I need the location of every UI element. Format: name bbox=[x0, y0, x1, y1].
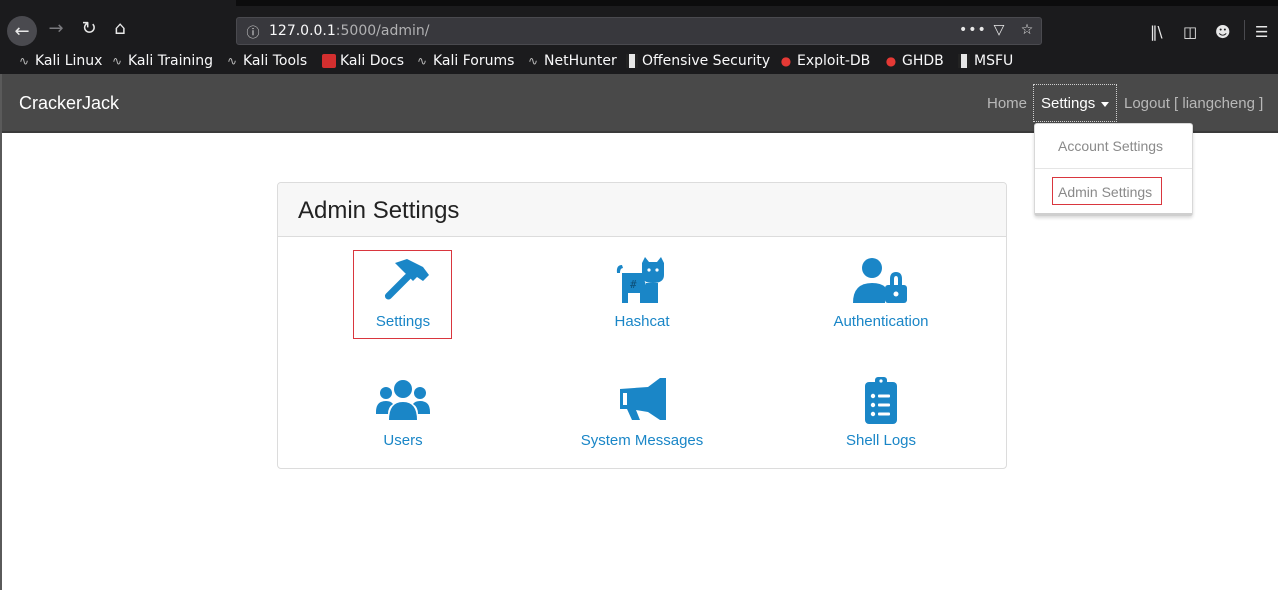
bookmark-label: Kali Tools bbox=[243, 53, 308, 69]
url-path: :5000/admin/ bbox=[335, 23, 430, 39]
bookmark-label: MSFU bbox=[974, 53, 1014, 69]
bookmarks-bar: ∿ Kali Linux ∿ Kali Training ∿ Kali Tools K… bbox=[0, 52, 1278, 74]
hammer-icon bbox=[384, 259, 429, 300]
hamburger-menu-icon[interactable]: ☰ bbox=[1255, 23, 1268, 41]
dropdown-item-account-settings[interactable]: Account Settings bbox=[1058, 138, 1163, 154]
tile-system-messages[interactable]: System Messages bbox=[542, 376, 742, 449]
cat-icon: # bbox=[616, 257, 664, 303]
nav-settings-label: Settings bbox=[1041, 95, 1096, 112]
kali-dragon-icon: ∿ bbox=[18, 54, 30, 68]
tile-label: System Messages bbox=[580, 432, 704, 449]
site-info-icon[interactable]: ⓘ bbox=[245, 23, 261, 41]
bookmark-star-icon[interactable]: ☆ bbox=[1017, 22, 1037, 38]
bookmark-label: Exploit-DB bbox=[797, 53, 871, 69]
dropdown-divider bbox=[1035, 168, 1192, 169]
bookmark-label: Offensive Security bbox=[642, 53, 771, 69]
bookmark-offensive-security[interactable]: Offensive Security bbox=[626, 53, 770, 69]
page-actions-icon[interactable]: ••• bbox=[959, 22, 986, 38]
kali-dragon-icon: ∿ bbox=[226, 54, 238, 68]
tile-label: Hashcat bbox=[614, 313, 670, 330]
library-icon[interactable]: ‖\ bbox=[1150, 23, 1163, 41]
toolbar-separator bbox=[1244, 20, 1245, 40]
page-title: Admin Settings bbox=[298, 197, 460, 224]
home-icon[interactable]: ⌂ bbox=[105, 13, 135, 43]
bookmark-label: Kali Linux bbox=[35, 53, 103, 69]
url-bar[interactable]: ⓘ 127.0.0.1:5000/admin/ ••• ▽ ☆ bbox=[236, 17, 1042, 45]
bookmark-ghdb[interactable]: ● GHDB bbox=[884, 53, 944, 69]
nethunter-icon: ∿ bbox=[527, 54, 539, 68]
nav-settings-dropdown-toggle[interactable]: Settings bbox=[1033, 84, 1117, 122]
tile-authentication[interactable]: Authentication bbox=[781, 257, 981, 330]
exploitdb-bug-icon: ● bbox=[885, 54, 897, 68]
dropdown-item-admin-settings[interactable]: Admin Settings bbox=[1058, 184, 1152, 200]
exploitdb-bug-icon: ● bbox=[780, 54, 792, 68]
url-host: 127.0.0.1 bbox=[269, 23, 336, 39]
tile-settings[interactable]: Settings bbox=[303, 257, 503, 330]
kali-dragon-icon: ∿ bbox=[111, 54, 123, 68]
bookmark-kali-forums[interactable]: ∿ Kali Forums bbox=[415, 53, 514, 69]
offsec-icon bbox=[958, 54, 970, 68]
bookmark-kali-docs[interactable]: Kali Docs bbox=[322, 53, 404, 69]
sidebar-icon[interactable]: ◫ bbox=[1183, 23, 1197, 41]
tile-shell-logs[interactable]: Shell Logs bbox=[781, 376, 981, 449]
pocket-icon[interactable]: ▽ bbox=[989, 22, 1009, 38]
users-icon bbox=[376, 380, 430, 420]
bookmark-exploit-db[interactable]: ● Exploit-DB bbox=[779, 53, 871, 69]
bookmark-nethunter[interactable]: ∿ NetHunter bbox=[526, 53, 617, 69]
card-header: Admin Settings bbox=[278, 183, 1006, 237]
tile-label: Settings bbox=[375, 313, 431, 330]
bookmark-label: NetHunter bbox=[544, 53, 617, 69]
bookmark-kali-linux[interactable]: ∿ Kali Linux bbox=[17, 53, 103, 69]
megaphone-icon bbox=[620, 378, 666, 420]
tile-label: Authentication bbox=[833, 313, 929, 330]
bookmark-label: Kali Forums bbox=[433, 53, 515, 69]
clipboard-list-icon bbox=[865, 377, 897, 424]
back-arrow-icon[interactable]: ← bbox=[7, 16, 37, 46]
url-text[interactable]: 127.0.0.1:5000/admin/ bbox=[269, 23, 429, 39]
brand-link[interactable]: CrackerJack bbox=[19, 93, 119, 114]
bookmark-label: Kali Training bbox=[128, 53, 213, 69]
bookmark-msfu[interactable]: MSFU bbox=[958, 53, 1013, 69]
offsec-icon bbox=[626, 54, 638, 68]
user-lock-icon bbox=[853, 258, 907, 303]
nav-logout-link[interactable]: Logout [ liangcheng ] bbox=[1124, 95, 1263, 112]
bookmark-kali-training[interactable]: ∿ Kali Training bbox=[110, 53, 213, 69]
account-icon[interactable]: ☻ bbox=[1215, 23, 1231, 41]
bookmark-label: GHDB bbox=[902, 53, 944, 69]
docs-icon bbox=[322, 54, 336, 68]
browser-toolbar: ← → ↻ ⌂ ⓘ 127.0.0.1:5000/admin/ ••• ▽ ☆ … bbox=[0, 6, 1278, 52]
caret-down-icon bbox=[1101, 102, 1109, 107]
admin-settings-card: Admin Settings Settings # Hashcat Authen… bbox=[277, 182, 1007, 469]
forward-arrow-icon[interactable]: → bbox=[41, 13, 71, 43]
bookmark-label: Kali Docs bbox=[340, 53, 405, 69]
settings-dropdown-menu: Account Settings Admin Settings bbox=[1034, 123, 1193, 216]
tile-label: Shell Logs bbox=[845, 432, 917, 449]
window-left-edge bbox=[0, 74, 2, 590]
tile-label: Users bbox=[383, 432, 423, 449]
reload-icon[interactable]: ↻ bbox=[74, 13, 104, 43]
tile-hashcat[interactable]: # Hashcat bbox=[542, 257, 742, 330]
bookmark-kali-tools[interactable]: ∿ Kali Tools bbox=[225, 53, 307, 69]
tile-users[interactable]: Users bbox=[303, 376, 503, 449]
nav-home-link[interactable]: Home bbox=[987, 95, 1027, 112]
kali-dragon-icon: ∿ bbox=[416, 54, 428, 68]
svg-text:#: # bbox=[630, 278, 637, 291]
